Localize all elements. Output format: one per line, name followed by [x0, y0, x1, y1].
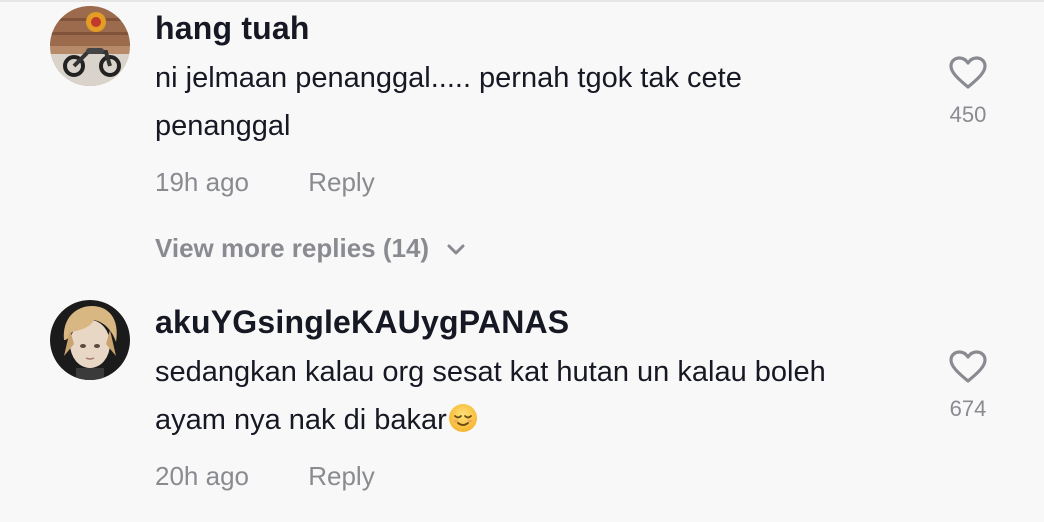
comment-username[interactable]: akuYGsingleKAUygPANAS — [155, 302, 915, 342]
motorcycle-avatar-image — [50, 6, 130, 86]
comment-text: sedangkan kalau org sesat kat hutan un k… — [155, 348, 895, 444]
comment-timestamp: 19h ago — [155, 167, 249, 197]
comment-username[interactable]: hang tuah — [155, 8, 915, 48]
like-count: 450 — [949, 102, 987, 127]
comment-text-content: sedangkan kalau org sesat kat hutan un k… — [155, 356, 826, 436]
avatar[interactable] — [50, 6, 130, 86]
reply-button[interactable]: Reply — [308, 162, 374, 202]
top-divider — [0, 0, 1044, 2]
view-more-replies-label: View more replies (14) — [155, 233, 430, 263]
heart-outline-icon[interactable] — [949, 350, 987, 384]
reply-button[interactable]: Reply — [308, 456, 374, 496]
comment-meta: 19h ago Reply — [155, 162, 915, 202]
chevron-down-icon — [447, 244, 465, 255]
comment-timestamp: 20h ago — [155, 461, 249, 491]
like-button[interactable]: 674 — [942, 350, 994, 422]
heart-outline-icon[interactable] — [949, 56, 987, 90]
like-count: 674 — [949, 396, 987, 421]
comment-meta: 20h ago Reply — [155, 456, 915, 496]
like-button[interactable]: 450 — [942, 56, 994, 128]
avatar[interactable] — [50, 300, 130, 380]
comment-text: ni jelmaan penanggal..... pernah tgok ta… — [155, 62, 742, 142]
anime-character-avatar-image — [50, 300, 130, 380]
relieved-face-emoji — [448, 400, 478, 432]
view-more-replies-button[interactable]: View more replies (14) — [155, 230, 466, 266]
